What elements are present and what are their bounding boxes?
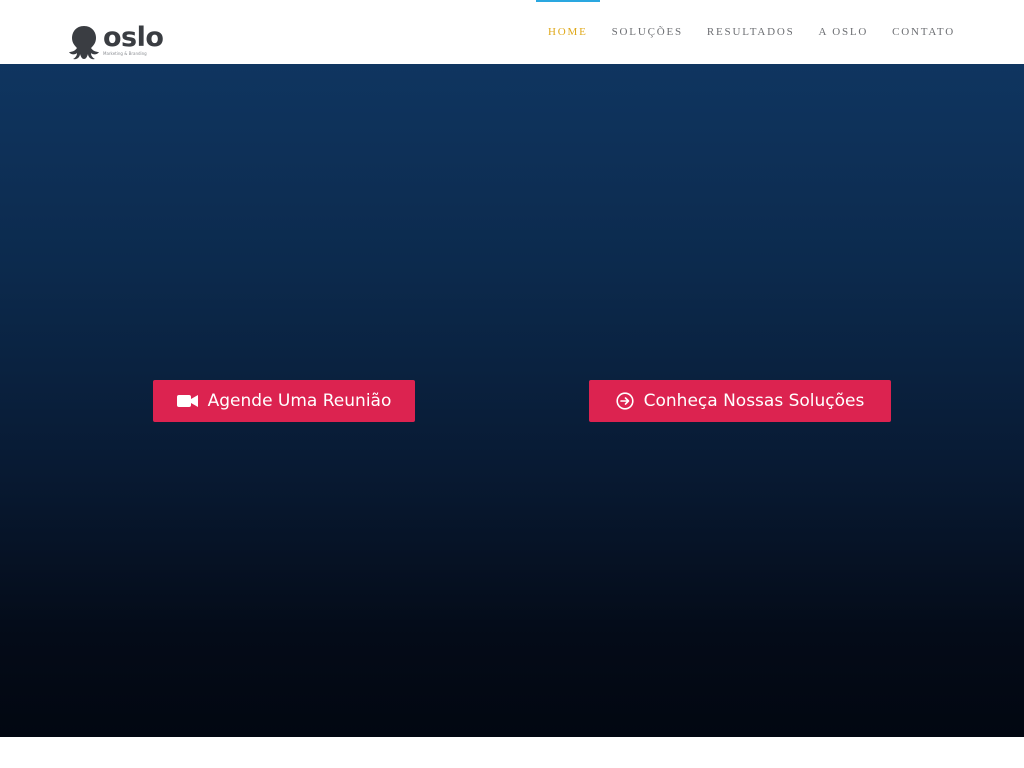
arrow-circle-right-icon bbox=[616, 392, 634, 410]
nav-item-label: CONTATO bbox=[892, 26, 955, 38]
nav-item-label: SOLUÇÕES bbox=[611, 26, 683, 38]
octopus-logo-icon bbox=[69, 26, 99, 60]
view-solutions-label: Conheça Nossas Soluções bbox=[643, 391, 865, 411]
logo-text: oslo Marketing & Branding bbox=[103, 22, 164, 60]
hero-section: Agende Uma Reunião Conheça Nossas Soluçõ… bbox=[0, 64, 1024, 737]
nav-item-label: A OSLO bbox=[818, 26, 869, 38]
video-camera-icon bbox=[176, 394, 198, 408]
nav-item-home[interactable]: HOME bbox=[536, 0, 600, 64]
main-nav: HOME SOLUÇÕES RESULTADOS A OSLO CONTATO bbox=[536, 0, 967, 64]
active-indicator bbox=[536, 0, 600, 2]
logo[interactable]: oslo Marketing & Branding bbox=[67, 22, 164, 60]
view-solutions-button[interactable]: Conheça Nossas Soluções bbox=[589, 380, 891, 422]
nav-item-resultados[interactable]: RESULTADOS bbox=[695, 0, 807, 64]
page: oslo Marketing & Branding HOME SOLUÇÕES … bbox=[0, 0, 1024, 768]
brand-name: oslo bbox=[103, 22, 164, 53]
below-hero-area bbox=[0, 737, 1024, 768]
nav-item-label: RESULTADOS bbox=[706, 26, 795, 38]
schedule-meeting-button[interactable]: Agende Uma Reunião bbox=[153, 380, 415, 422]
nav-item-solucoes[interactable]: SOLUÇÕES bbox=[600, 0, 695, 64]
nav-item-a-oslo[interactable]: A OSLO bbox=[807, 0, 881, 64]
site-header: oslo Marketing & Branding HOME SOLUÇÕES … bbox=[0, 0, 1024, 64]
schedule-meeting-label: Agende Uma Reunião bbox=[207, 391, 392, 411]
nav-item-label: HOME bbox=[548, 26, 588, 38]
nav-item-contato[interactable]: CONTATO bbox=[880, 0, 967, 64]
